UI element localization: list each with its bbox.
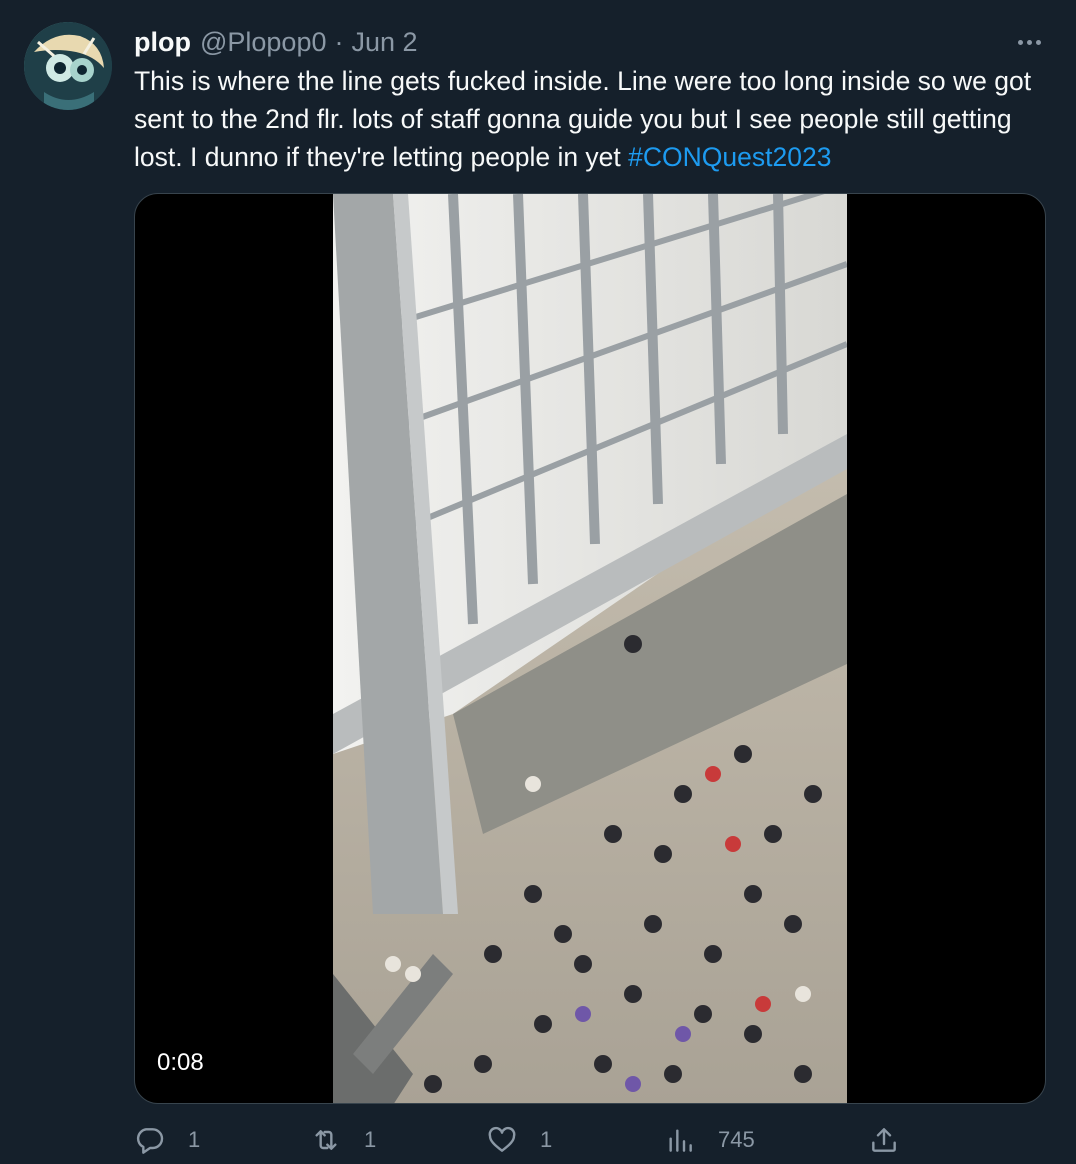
reply-icon [136, 1128, 164, 1154]
hashtag-link[interactable]: #CONQuest2023 [628, 142, 831, 172]
video-thumbnail [333, 194, 847, 1103]
more-horizontal-icon[interactable] [1012, 28, 1046, 56]
video-player[interactable]: 0:08 [134, 193, 1046, 1104]
retweet-icon [315, 1130, 337, 1150]
like-button[interactable]: 1 [486, 1124, 552, 1156]
views-chart-icon [669, 1129, 692, 1152]
views-button[interactable]: 745 [664, 1124, 755, 1156]
view-count: 745 [718, 1127, 755, 1152]
user-handle[interactable]: @Plopop0 [200, 27, 327, 58]
tweet-date[interactable]: Jun 2 [351, 27, 417, 58]
avatar[interactable] [24, 22, 112, 110]
display-name[interactable]: plop [134, 27, 191, 58]
tweet-text-body: This is where the line gets fucked insid… [134, 66, 1032, 172]
like-count: 1 [540, 1127, 553, 1152]
retweet-button[interactable]: 1 [310, 1124, 376, 1156]
tweet-header: plop @Plopop0 · Jun 2 [134, 24, 418, 60]
share-button[interactable] [868, 1124, 900, 1156]
share-icon [872, 1128, 896, 1152]
separator-dot: · [334, 26, 344, 57]
retweet-count: 1 [364, 1127, 377, 1152]
heart-icon [488, 1126, 516, 1152]
reply-count: 1 [188, 1127, 201, 1152]
reply-button[interactable]: 1 [134, 1124, 200, 1156]
video-duration: 0:08 [157, 1049, 204, 1076]
tweet-actions: 1 1 1 745 [134, 1124, 904, 1164]
tweet-text: This is where the line gets fucked insid… [134, 62, 1044, 176]
tweet[interactable]: plop @Plopop0 · Jun 2 This is where the … [0, 0, 1076, 1164]
